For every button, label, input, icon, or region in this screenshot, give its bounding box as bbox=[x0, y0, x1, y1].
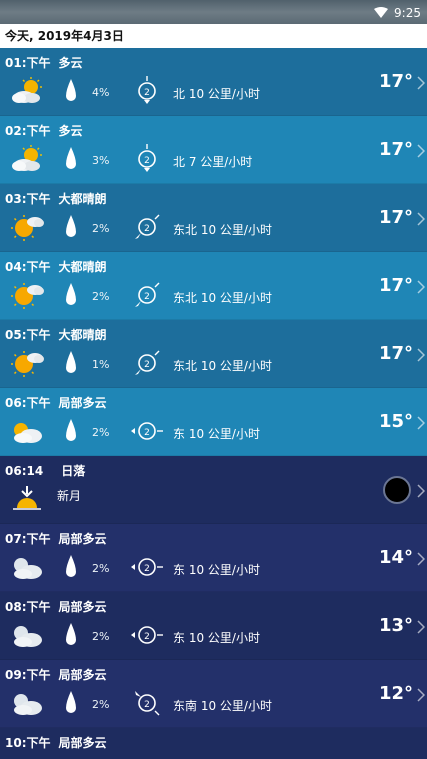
chevron-right-icon bbox=[417, 620, 425, 634]
wind-compass-icon bbox=[135, 214, 160, 239]
chevron-right-icon bbox=[417, 280, 425, 294]
hour-row[interactable]: 10:下午 局部多云 bbox=[0, 728, 427, 759]
hour-row[interactable]: 06:下午 局部多云 2% 东 10 公里/小时 15° bbox=[0, 388, 427, 456]
row-title: 09:下午 局部多云 bbox=[5, 668, 107, 682]
row-title: 03:下午 大都晴朗 bbox=[5, 192, 107, 206]
sunset-icon bbox=[10, 484, 44, 514]
wind-value: 北 10 公里/小时 bbox=[173, 87, 260, 101]
temperature: 17° bbox=[378, 139, 413, 160]
chevron-right-icon bbox=[417, 416, 425, 430]
precip-value: 4% bbox=[92, 86, 110, 99]
sunset-row[interactable]: 06:14 日落 新月 bbox=[0, 456, 427, 524]
moon-cloud-icon bbox=[10, 620, 44, 650]
wind-value: 东 10 公里/小时 bbox=[173, 563, 260, 577]
raindrop-icon bbox=[64, 282, 78, 306]
hour-row[interactable]: 02:下午 多云 3% 北 7 公里/小时 17° bbox=[0, 116, 427, 184]
raindrop-icon bbox=[64, 690, 78, 714]
wind-value: 东南 10 公里/小时 bbox=[173, 699, 272, 713]
precip-value: 2% bbox=[92, 630, 110, 643]
chevron-right-icon bbox=[417, 484, 425, 498]
precip-value: 2% bbox=[92, 562, 110, 575]
wind-compass-icon bbox=[135, 282, 160, 307]
chevron-right-icon bbox=[417, 688, 425, 702]
wind-value: 东北 10 公里/小时 bbox=[173, 359, 272, 373]
cloudy-icon bbox=[10, 76, 44, 106]
temperature: 17° bbox=[378, 343, 413, 364]
mostly-sunny-icon bbox=[10, 348, 44, 378]
chevron-right-icon bbox=[417, 552, 425, 566]
raindrop-icon bbox=[64, 418, 78, 442]
wind-compass-icon bbox=[130, 76, 164, 104]
raindrop-icon bbox=[64, 78, 78, 102]
hour-row[interactable]: 09:下午 局部多云 2% 东南 10 公里/小时 12° bbox=[0, 660, 427, 728]
chevron-right-icon bbox=[417, 212, 425, 226]
precip-value: 2% bbox=[92, 222, 110, 235]
chevron-right-icon bbox=[417, 348, 425, 362]
mostly-sunny-icon bbox=[10, 280, 44, 310]
row-title: 06:14 日落 bbox=[5, 464, 86, 478]
raindrop-icon bbox=[64, 622, 78, 646]
wind-value: 东北 10 公里/小时 bbox=[173, 291, 272, 305]
temperature: 14° bbox=[378, 547, 413, 568]
date-header: 今天, 2019年4月3日 bbox=[0, 24, 427, 48]
temperature: 17° bbox=[378, 207, 413, 228]
precip-value: 3% bbox=[92, 154, 110, 167]
new-moon-icon bbox=[383, 476, 411, 504]
chevron-right-icon bbox=[417, 144, 425, 158]
raindrop-icon bbox=[64, 146, 78, 170]
row-title: 07:下午 局部多云 bbox=[5, 532, 107, 546]
hour-row[interactable]: 08:下午 局部多云 2% 东 10 公里/小时 13° bbox=[0, 592, 427, 660]
temperature: 17° bbox=[378, 71, 413, 92]
wind-compass-icon bbox=[131, 414, 163, 448]
precip-value: 2% bbox=[92, 698, 110, 711]
raindrop-icon bbox=[64, 214, 78, 238]
partly-cloudy-icon bbox=[10, 416, 44, 446]
cloudy-icon bbox=[10, 144, 44, 174]
mostly-sunny-icon bbox=[10, 212, 44, 242]
row-title: 10:下午 局部多云 bbox=[5, 736, 107, 750]
raindrop-icon bbox=[64, 554, 78, 578]
hourly-list[interactable]: 01:下午 多云 4% 北 10 公里/小时 17° 02:下午 多云 3% 北 7… bbox=[0, 48, 427, 759]
chevron-right-icon bbox=[417, 76, 425, 90]
wind-compass-icon bbox=[130, 144, 164, 172]
wind-value: 东 10 公里/小时 bbox=[173, 631, 260, 645]
row-title: 02:下午 多云 bbox=[5, 124, 83, 138]
wind-value: 东 10 公里/小时 bbox=[173, 427, 260, 441]
temperature: 15° bbox=[378, 411, 413, 432]
hour-row[interactable]: 05:下午 大都晴朗 1% 东北 10 公里/小时 17° bbox=[0, 320, 427, 388]
temperature: 17° bbox=[378, 275, 413, 296]
precip-value: 2% bbox=[92, 290, 110, 303]
precip-value: 2% bbox=[92, 426, 110, 439]
precip-value: 1% bbox=[92, 358, 110, 371]
row-title: 01:下午 多云 bbox=[5, 56, 83, 70]
temperature: 12° bbox=[378, 683, 413, 704]
moon-phase-label: 新月 bbox=[57, 489, 82, 503]
wind-compass-icon bbox=[131, 550, 163, 584]
wind-value: 北 7 公里/小时 bbox=[173, 155, 253, 169]
row-title: 08:下午 局部多云 bbox=[5, 600, 107, 614]
wind-compass-icon bbox=[135, 350, 160, 375]
hour-row[interactable]: 01:下午 多云 4% 北 10 公里/小时 17° bbox=[0, 48, 427, 116]
wind-compass-icon bbox=[135, 691, 160, 716]
wind-value: 东北 10 公里/小时 bbox=[173, 223, 272, 237]
wifi-icon bbox=[374, 3, 389, 22]
status-time: 9:25 bbox=[394, 5, 421, 20]
row-title: 04:下午 大都晴朗 bbox=[5, 260, 107, 274]
temperature: 13° bbox=[378, 615, 413, 636]
moon-cloud-icon bbox=[10, 552, 44, 582]
raindrop-icon bbox=[64, 350, 78, 374]
hour-row[interactable]: 04:下午 大都晴朗 2% 东北 10 公里/小时 17° bbox=[0, 252, 427, 320]
row-title: 05:下午 大都晴朗 bbox=[5, 328, 107, 342]
status-bar: 9:25 bbox=[0, 0, 427, 24]
wind-compass-icon bbox=[131, 618, 163, 652]
hour-row[interactable]: 07:下午 局部多云 2% 东 10 公里/小时 14° bbox=[0, 524, 427, 592]
hour-row[interactable]: 03:下午 大都晴朗 2% 东北 10 公里/小时 17° bbox=[0, 184, 427, 252]
moon-cloud-icon bbox=[10, 688, 44, 718]
row-title: 06:下午 局部多云 bbox=[5, 396, 107, 410]
